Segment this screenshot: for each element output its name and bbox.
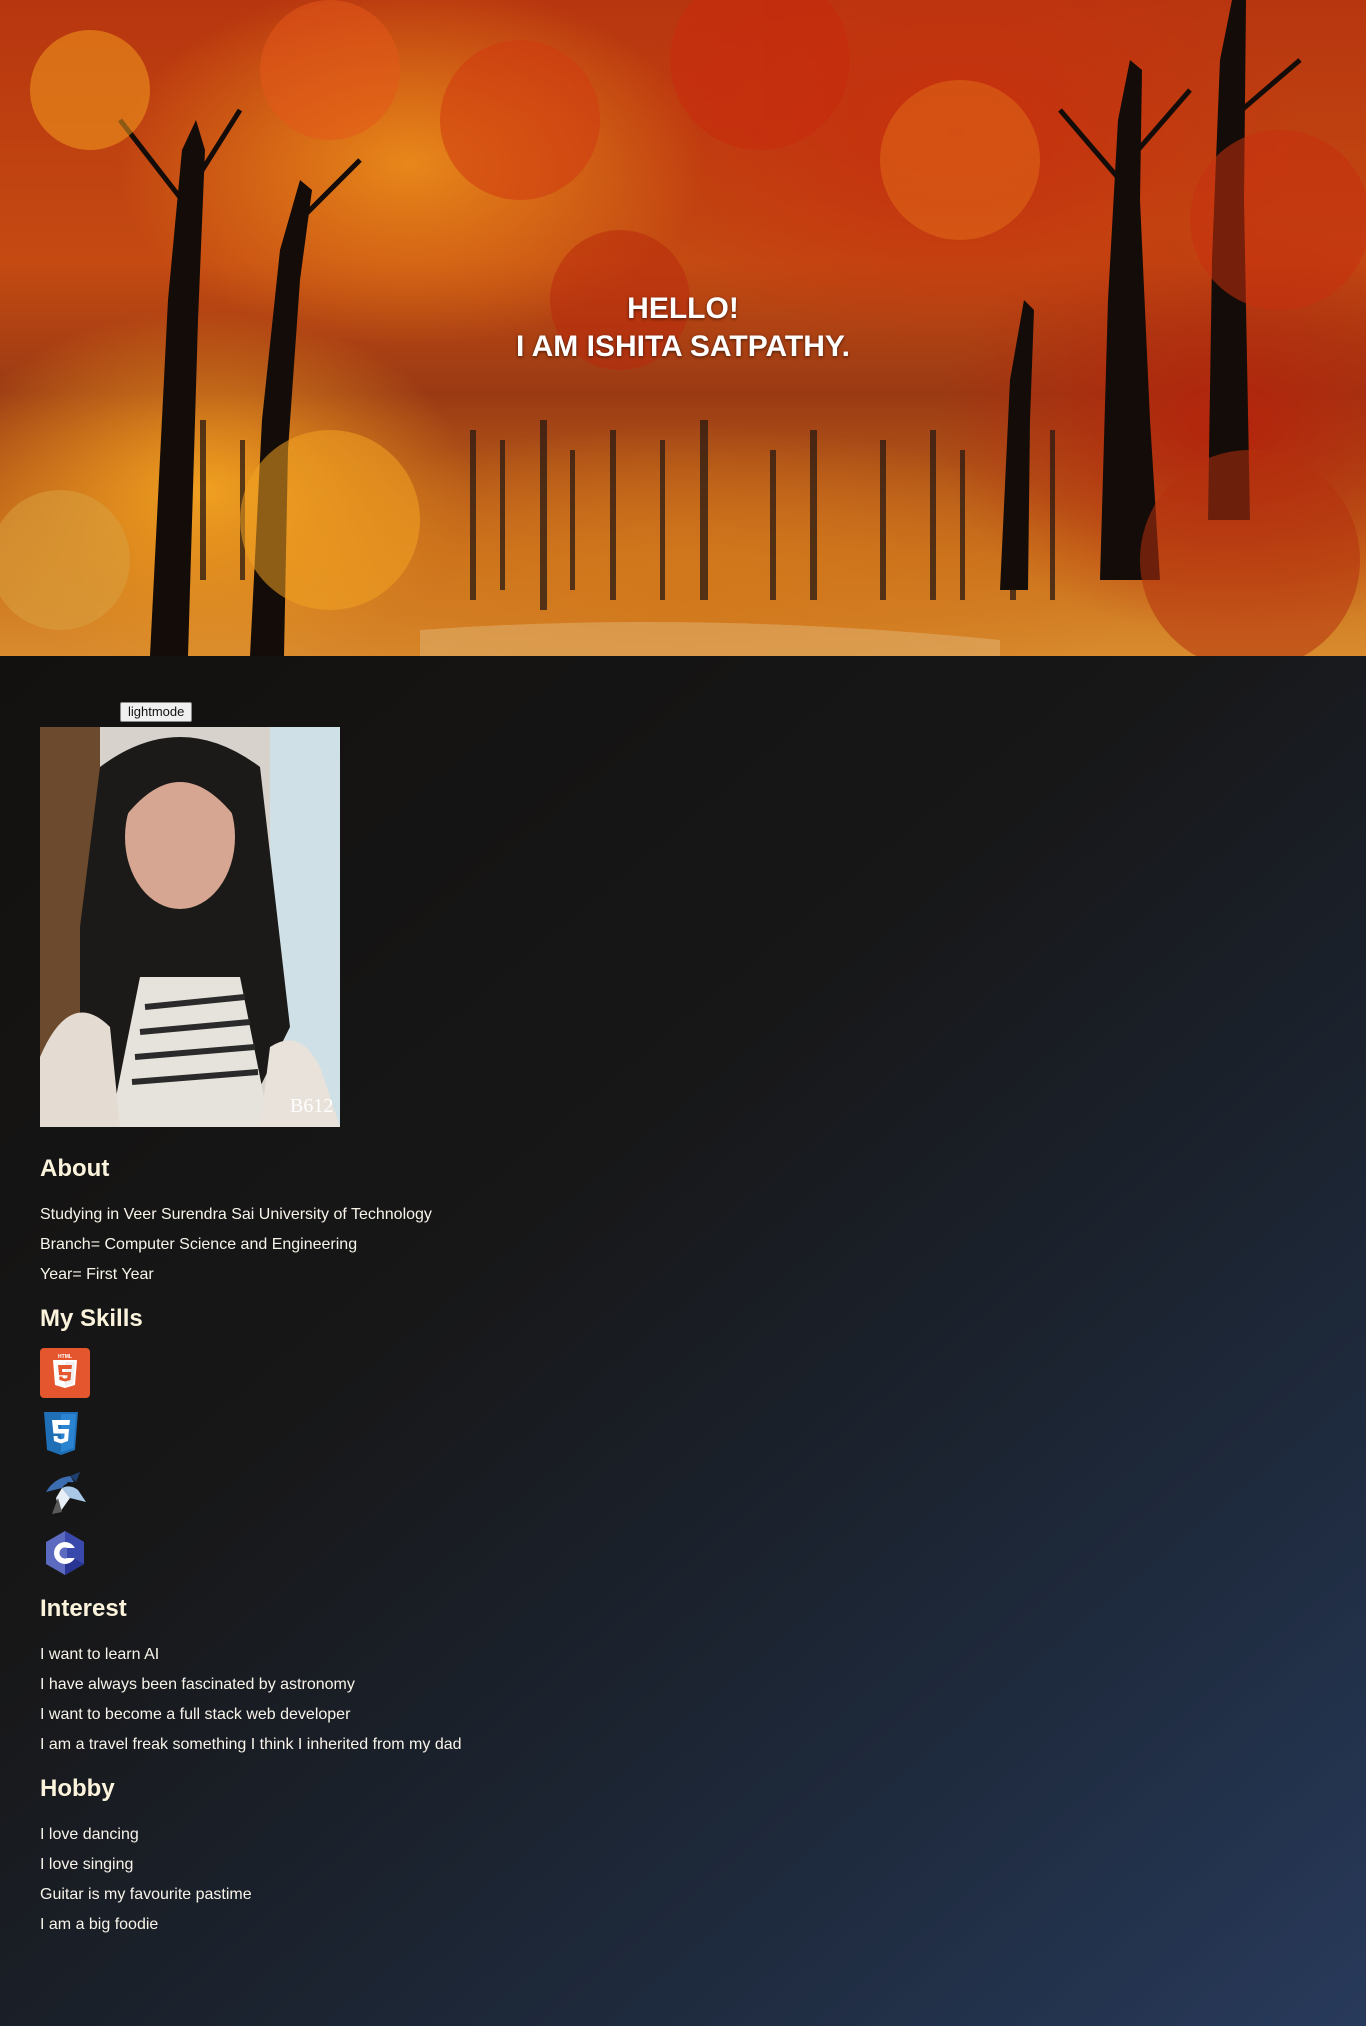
hobby-line: I am a big foodie <box>40 1916 159 1933</box>
about-heading: About <box>40 1155 110 1182</box>
hero-banner: HELLO! I AM ISHITA SATPATHY. <box>0 0 1366 656</box>
interest-heading: Interest <box>40 1595 127 1622</box>
about-line: Year= First Year <box>40 1266 154 1283</box>
about-line: Studying in Veer Surendra Sai University… <box>40 1206 432 1223</box>
hobby-line: I love dancing <box>40 1826 139 1843</box>
interest-line: I want to become a full stack web develo… <box>40 1706 351 1723</box>
hobby-line: I love singing <box>40 1856 134 1873</box>
profile-photo: B612 <box>40 727 340 1127</box>
about-line: Branch= Computer Science and Engineering <box>40 1236 358 1253</box>
skills-section: My Skills HTML <box>40 1304 1240 1580</box>
hero-greeting: HELLO! I AM ISHITA SATPATHY. <box>0 290 1366 366</box>
svg-text:HTML: HTML <box>58 1354 72 1360</box>
c-language-icon <box>40 1528 92 1580</box>
css3-icon <box>40 1408 92 1460</box>
skills-heading: My Skills <box>40 1305 143 1332</box>
hobby-section: Hobby I love dancing I love singing Guit… <box>40 1774 1240 1940</box>
profile-photo-illustration: B612 <box>40 727 340 1127</box>
java-icon <box>40 1468 92 1520</box>
hobby-heading: Hobby <box>40 1775 115 1802</box>
profile-sections: About Studying in Veer Surendra Sai Univ… <box>40 1154 1240 1940</box>
lightmode-toggle-button[interactable]: lightmode <box>120 702 193 722</box>
interest-section: Interest I want to learn AI I have alway… <box>40 1594 1240 1760</box>
hero-line-hello: HELLO! <box>627 292 739 325</box>
hero-line-name: I AM ISHITA SATPATHY. <box>516 330 850 363</box>
interest-line: I have always been fascinated by astrono… <box>40 1676 355 1693</box>
main-content: lightmode B612 About Studying in Veer Su… <box>0 656 1366 2026</box>
about-section: About Studying in Veer Surendra Sai Univ… <box>40 1154 1240 1290</box>
interest-line: I want to learn AI <box>40 1646 160 1663</box>
photo-watermark: B612 <box>290 1095 333 1117</box>
interest-line: I am a travel freak something I think I … <box>40 1736 462 1753</box>
html5-icon: HTML <box>40 1348 92 1400</box>
hobby-line: Guitar is my favourite pastime <box>40 1886 252 1903</box>
